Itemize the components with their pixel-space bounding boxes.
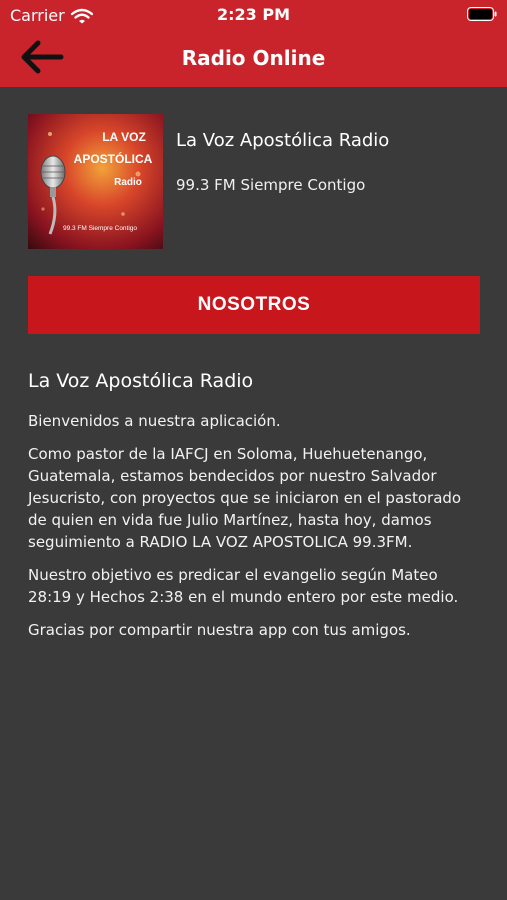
logo-line1: LA VOZ bbox=[102, 130, 146, 144]
about-paragraph: Nuestro objetivo es predicar el evangeli… bbox=[28, 566, 459, 606]
logo-line4: 99.3 FM Siempre Contigo bbox=[63, 225, 137, 232]
nosotros-button[interactable]: NOSOTROS bbox=[28, 276, 480, 334]
logo-line2: APOSTÓLICA bbox=[74, 151, 153, 166]
about-content: La Voz Apostólica Radio Bienvenidos a nu… bbox=[28, 370, 480, 652]
header-bar: Carrier 2:23 PM Radio Online bbox=[0, 0, 507, 87]
logo-line3: Radio bbox=[114, 177, 142, 188]
about-paragraph: Bienvenidos a nuestra aplicación. bbox=[28, 412, 281, 430]
page-title: Radio Online bbox=[181, 46, 326, 70]
station-logo: LA VOZ APOSTÓLICA Radio 99.3 FM Siempre … bbox=[28, 114, 163, 249]
station-tagline: 99.3 FM Siempre Contigo bbox=[176, 176, 366, 194]
status-bar: Carrier 2:23 PM bbox=[0, 0, 507, 30]
about-paragraph: Gracias por compartir nuestra app con tu… bbox=[28, 621, 411, 639]
about-paragraph: Como pastor de la IAFCJ en Soloma, Huehu… bbox=[28, 445, 462, 551]
battery-icon bbox=[467, 7, 497, 21]
status-time: 2:23 PM bbox=[216, 5, 290, 24]
station-name: La Voz Apostólica Radio bbox=[176, 130, 390, 151]
about-title: La Voz Apostólica Radio bbox=[28, 370, 254, 392]
